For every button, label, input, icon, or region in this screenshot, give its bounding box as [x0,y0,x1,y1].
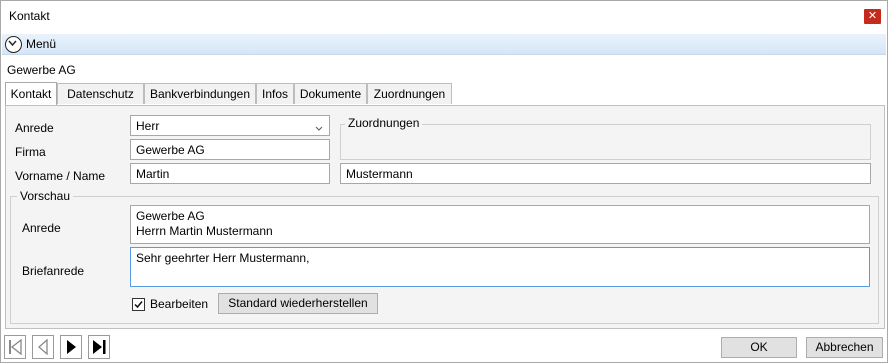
last-record-icon [93,340,106,354]
menu-bar[interactable]: Menü [2,34,886,55]
tab-zuordnungen[interactable]: Zuordnungen [367,83,452,104]
anrede-dropdown[interactable]: Herr [130,115,330,136]
vorname-field[interactable]: Martin [130,163,330,184]
next-record-button[interactable] [60,335,82,359]
vorname-name-label: Vorname / Name [15,169,106,183]
vorschau-group-title: Vorschau [17,189,74,203]
preview-anrede-line1: Gewerbe AG [136,209,205,223]
previous-record-icon [38,338,48,356]
tab-infos[interactable]: Infos [256,83,294,104]
chevron-down-circle-icon[interactable] [5,36,22,53]
preview-anrede-line2: Herrn Martin Mustermann [136,224,273,238]
bearbeiten-label[interactable]: Bearbeiten [150,297,208,311]
previous-record-button[interactable] [32,335,54,359]
close-icon: ✕ [867,10,878,22]
title-bar: Kontakt ✕ [1,1,887,31]
preview-anrede-label: Anrede [22,221,61,235]
kontakt-panel: Anrede Herr Zuordnungen Firma Gewerbe AG… [5,105,885,329]
preview-anrede-text[interactable]: Gewerbe AG Herrn Martin Mustermann [130,205,870,244]
tab-bankverbindungen[interactable]: Bankverbindungen [144,83,256,104]
tab-datenschutz[interactable]: Datenschutz [57,83,144,104]
window-title: Kontakt [9,9,50,23]
standard-wiederherstellen-button[interactable]: Standard wiederherstellen [218,293,378,314]
close-button[interactable]: ✕ [864,9,881,24]
briefanrede-label: Briefanrede [22,264,85,278]
last-record-button[interactable] [88,335,110,359]
anrede-selected-value: Herr [136,119,160,133]
contact-window: Kontakt ✕ Menü Gewerbe AG Kontakt Datens… [0,0,888,363]
vorschau-group: Vorschau Anrede Gewerbe AG Herrn Martin … [10,189,879,324]
tab-dokumente[interactable]: Dokumente [294,83,367,104]
chevron-down-icon [315,121,323,135]
zuordnungen-group-title: Zuordnungen [345,116,423,130]
anrede-label: Anrede [15,121,54,135]
first-record-icon [9,338,22,356]
firma-label: Firma [15,145,46,159]
bearbeiten-checkbox[interactable] [132,298,145,311]
tab-kontakt[interactable]: Kontakt [5,82,57,105]
next-record-icon [67,340,76,354]
contact-company-heading: Gewerbe AG [7,63,76,77]
zuordnungen-group: Zuordnungen [340,116,871,160]
abbrechen-button[interactable]: Abbrechen [806,337,883,358]
checkmark-icon [134,301,143,309]
firma-field[interactable]: Gewerbe AG [130,139,330,160]
nachname-field[interactable]: Mustermann [340,163,871,184]
ok-button[interactable]: OK [721,337,797,358]
briefanrede-field[interactable]: Sehr geehrter Herr Mustermann, [130,247,870,287]
first-record-button[interactable] [4,335,26,359]
menu-label[interactable]: Menü [26,37,56,51]
